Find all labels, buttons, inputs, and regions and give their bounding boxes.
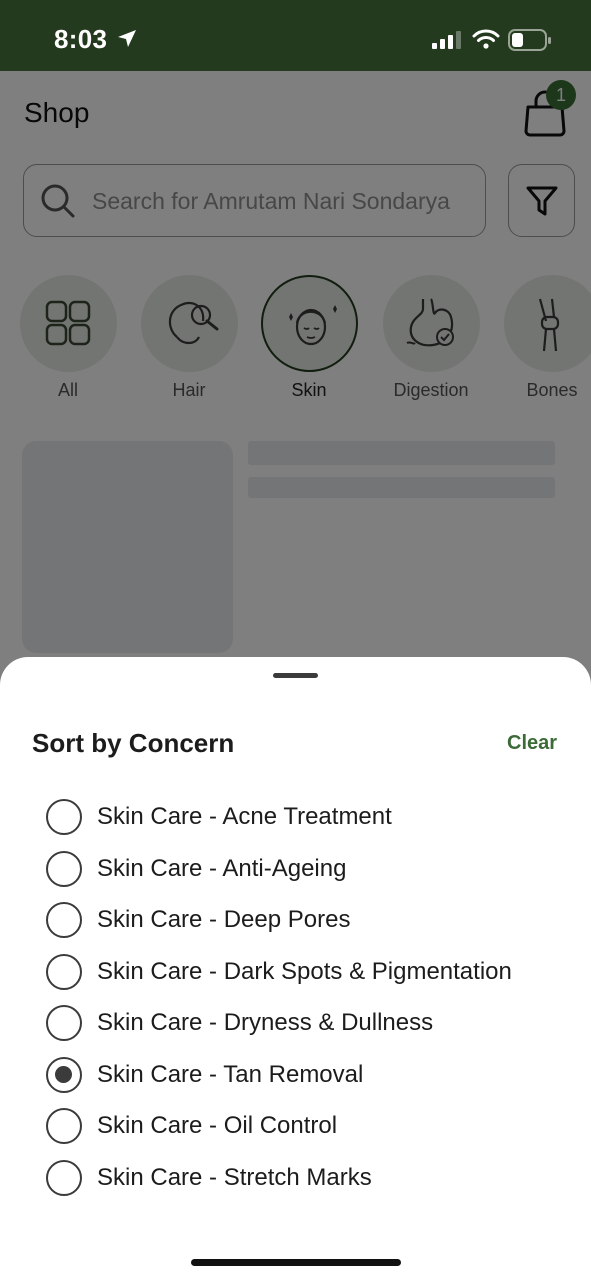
radio-button[interactable] [46,1160,82,1196]
cellular-signal-icon [432,31,461,49]
concern-option-dark-spots[interactable]: Skin Care - Dark Spots & Pigmentation [46,952,566,992]
concern-option-tan-removal[interactable]: Skin Care - Tan Removal [46,1055,566,1095]
radio-button[interactable] [46,1108,82,1144]
status-bar: 8:03 [0,0,591,71]
concern-option-stretch-marks[interactable]: Skin Care - Stretch Marks [46,1158,566,1198]
radio-selected-dot [55,1066,72,1083]
concern-option-acne-treatment[interactable]: Skin Care - Acne Treatment [46,797,566,837]
option-label: Skin Care - Dark Spots & Pigmentation [97,958,512,985]
option-label: Skin Care - Tan Removal [97,1061,364,1088]
radio-button[interactable] [46,1005,82,1041]
status-time: 8:03 [54,24,108,54]
concern-option-anti-ageing[interactable]: Skin Care - Anti-Ageing [46,849,566,889]
concern-option-dryness-dullness[interactable]: Skin Care - Dryness & Dullness [46,1003,566,1043]
home-indicator[interactable] [191,1259,401,1266]
concern-option-deep-pores[interactable]: Skin Care - Deep Pores [46,900,566,940]
option-label: Skin Care - Dryness & Dullness [97,1009,434,1036]
radio-button[interactable] [46,954,82,990]
concern-option-oil-control[interactable]: Skin Care - Oil Control [46,1106,566,1146]
radio-button[interactable] [46,799,82,835]
sheet-title: Sort by Concern [32,728,235,758]
option-label: Skin Care - Acne Treatment [97,803,392,830]
location-arrow-icon [118,30,136,47]
option-label: Skin Care - Deep Pores [97,906,351,933]
wifi-icon [472,29,500,49]
clear-button[interactable]: Clear [507,732,557,755]
radio-button-selected[interactable] [46,1057,82,1093]
sheet-drag-handle[interactable] [273,673,318,678]
radio-button[interactable] [46,902,82,938]
radio-button[interactable] [46,851,82,887]
sort-by-concern-sheet: Sort by Concern Clear Skin Care - Acne T… [0,657,591,1280]
option-label: Skin Care - Stretch Marks [97,1164,372,1191]
option-label: Skin Care - Oil Control [97,1112,338,1139]
battery-icon [508,29,551,51]
option-label: Skin Care - Anti-Ageing [97,855,347,882]
